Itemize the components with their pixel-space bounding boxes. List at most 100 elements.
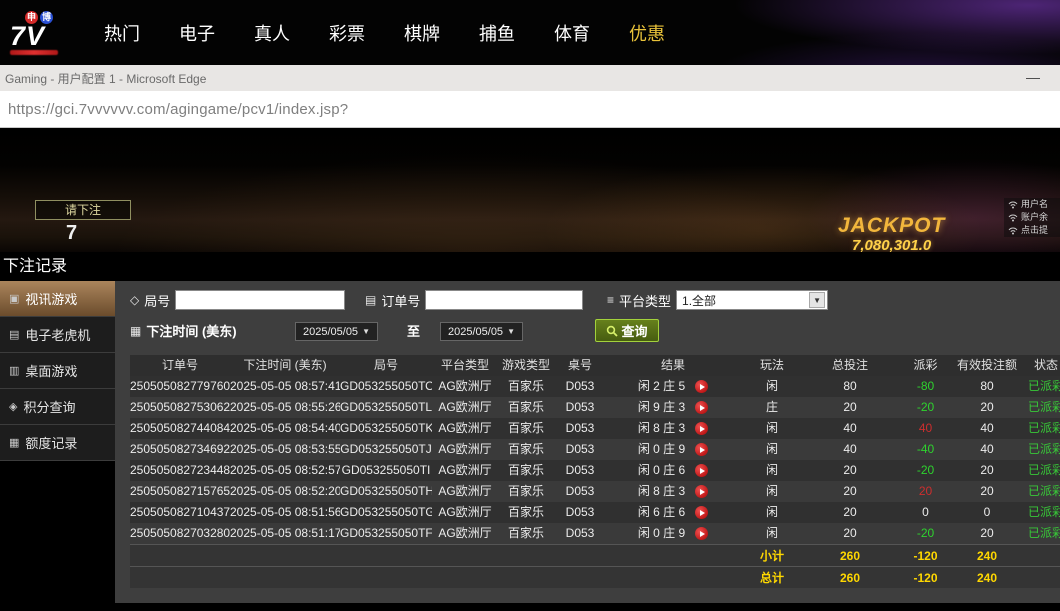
column-header: 下注时间 (美东) — [230, 355, 340, 376]
cell-game-type: 百家乐 — [498, 376, 554, 397]
nav-menu-item[interactable]: 电子 — [179, 20, 215, 46]
logo-red-strip — [10, 50, 58, 55]
banner-user-line: 账户余 — [1008, 211, 1060, 224]
sidebar-item[interactable]: ▦ 额度记录 — [0, 425, 115, 461]
subtotal-total-bet: 260 — [804, 545, 896, 566]
date-from-select[interactable]: 2025/05/05 ▼ — [295, 322, 378, 341]
platform-selected-value: 1.全部 — [682, 292, 716, 309]
cell-result: 闲 8 庄 3 — [606, 481, 740, 502]
cell-game-type: 百家乐 — [498, 439, 554, 460]
cell-platform: AG欧洲厅 — [432, 460, 498, 481]
table-row: 250505082744084 2025-05-05 08:54:40 GD05… — [130, 418, 1060, 439]
column-header: 订单号 — [130, 355, 230, 376]
status-badge: 已派彩 — [1019, 502, 1060, 523]
table-row: 250505082715765 2025-05-05 08:52:20 GD05… — [130, 481, 1060, 502]
banner-user-line: 点击提 — [1008, 224, 1060, 237]
nav-menu-item[interactable]: 捕鱼 — [479, 20, 515, 46]
cell-play-type: 闲 — [740, 502, 804, 523]
cell-round-id: GD053255050TH — [340, 481, 432, 502]
sidebar-item[interactable]: ▤ 电子老虎机 — [0, 317, 115, 353]
status-badge: 已派彩 — [1019, 460, 1060, 481]
screen: 申 博 7V 热门 电子 真人 彩票 棋牌 捕鱼 体育 优惠 Gaming - 用户配置 1 … — [0, 0, 1060, 611]
status-badge: 已派彩 — [1019, 418, 1060, 439]
result-text: 闲 0 庄 6 — [638, 460, 685, 481]
nav-menu-item[interactable]: 优惠 — [629, 20, 665, 46]
cell-platform: AG欧洲厅 — [432, 397, 498, 418]
sidebar-item[interactable]: ▥ 桌面游戏 — [0, 353, 115, 389]
round-label: 局号 — [144, 291, 170, 310]
banner-user-text: 账户余 — [1021, 211, 1048, 224]
play-icon[interactable] — [695, 527, 708, 540]
bet-records-table: 订单号下注时间 (美东)局号平台类型游戏类型桌号结果玩法总投注派彩有效投注额状态… — [130, 355, 1060, 588]
window-title: Gaming - 用户配置 1 - Microsoft Edge — [5, 70, 206, 87]
cell-order-number: 250505082744084 — [130, 418, 230, 439]
nav-menu-item[interactable]: 棋牌 — [404, 20, 440, 46]
cell-valid-bet: 0 — [955, 502, 1019, 523]
round-input[interactable] — [175, 290, 345, 310]
chevron-down-icon: ▼ — [362, 327, 370, 336]
play-icon[interactable] — [695, 401, 708, 414]
cell-order-number: 250505082715765 — [130, 481, 230, 502]
cell-valid-bet: 20 — [955, 481, 1019, 502]
address-bar[interactable]: https://gci.7vvvvvv.com/agingame/pcv1/in… — [0, 91, 1060, 128]
column-header: 状态 — [1019, 355, 1060, 376]
cell-game-type: 百家乐 — [498, 397, 554, 418]
cell-payout: 40 — [896, 418, 955, 439]
sidebar-item-label: 积分查询 — [23, 397, 75, 416]
cell-result: 闲 0 庄 9 — [606, 439, 740, 460]
result-text: 闲 8 庄 3 — [638, 481, 685, 502]
column-header: 平台类型 — [432, 355, 498, 376]
logo-text: 7V — [10, 24, 76, 49]
result-text: 闲 2 庄 5 — [638, 376, 685, 397]
cell-total-bet: 20 — [804, 460, 896, 481]
play-icon[interactable] — [695, 506, 708, 519]
cell-payout: 0 — [896, 502, 955, 523]
chevron-down-icon: ▼ — [809, 292, 825, 308]
nav-menu-item[interactable]: 热门 — [104, 20, 140, 46]
cell-round-id: GD053255050TI — [340, 460, 432, 481]
content: ▣ 视讯游戏 ▤ 电子老虎机 ▥ 桌面游戏 ◈ 积分查询 ▦ 额度记录 — [0, 281, 1060, 611]
cell-order-number: 250505082753062 — [130, 397, 230, 418]
search-button[interactable]: 查询 — [595, 319, 659, 342]
play-icon[interactable] — [695, 380, 708, 393]
play-icon[interactable] — [695, 422, 708, 435]
minimize-button[interactable]: — — [1016, 65, 1050, 89]
grand-total-payout: -120 — [896, 567, 955, 588]
cell-bet-time: 2025-05-05 08:55:26 — [230, 397, 340, 418]
table-row: 250505082779760 2025-05-05 08:57:41 GD05… — [130, 376, 1060, 397]
table-row: 250505082710437 2025-05-05 08:51:56 GD05… — [130, 502, 1060, 523]
cell-bet-time: 2025-05-05 08:52:20 — [230, 481, 340, 502]
order-number-input[interactable] — [425, 290, 583, 310]
cell-platform: AG欧洲厅 — [432, 502, 498, 523]
status-badge: 已派彩 — [1019, 397, 1060, 418]
cell-bet-time: 2025-05-05 08:53:55 — [230, 439, 340, 460]
cell-payout: -20 — [896, 460, 955, 481]
sidebar-item[interactable]: ▣ 视讯游戏 — [0, 281, 115, 317]
window-titlebar: Gaming - 用户配置 1 - Microsoft Edge — — [0, 65, 1060, 91]
platform-filter: ≡ 平台类型 1.全部 ▼ — [607, 290, 828, 310]
play-icon[interactable] — [695, 464, 708, 477]
platform-label: 平台类型 — [619, 291, 671, 310]
subtotal-valid-bet: 240 — [955, 545, 1019, 566]
play-icon[interactable] — [695, 485, 708, 498]
cell-play-type: 闲 — [740, 418, 804, 439]
cell-platform: AG欧洲厅 — [432, 418, 498, 439]
play-icon[interactable] — [695, 443, 708, 456]
cell-game-type: 百家乐 — [498, 481, 554, 502]
platform-select[interactable]: 1.全部 ▼ — [676, 290, 828, 310]
cell-valid-bet: 80 — [955, 376, 1019, 397]
site-logo[interactable]: 申 博 7V — [10, 11, 76, 55]
grand-total-valid-bet: 240 — [955, 567, 1019, 588]
sidebar-item-label: 电子老虎机 — [25, 325, 90, 344]
column-header: 结果 — [606, 355, 740, 376]
nav-menu-item[interactable]: 彩票 — [329, 20, 365, 46]
date-to-select[interactable]: 2025/05/05 ▼ — [440, 322, 523, 341]
records-panel: ◇ 局号 ▤ 订单号 ≡ 平台类型 1.全部 ▼ ▦ 下注时间 (美东) — [115, 281, 1060, 603]
nav-menu-item[interactable]: 真人 — [254, 20, 290, 46]
place-bet-label: 请下注 — [35, 200, 131, 220]
sidebar-item[interactable]: ◈ 积分查询 — [0, 389, 115, 425]
cell-bet-time: 2025-05-05 08:54:40 — [230, 418, 340, 439]
result-text: 闲 9 庄 3 — [638, 397, 685, 418]
result-text: 闲 0 庄 9 — [638, 523, 685, 544]
nav-menu-item[interactable]: 体育 — [554, 20, 590, 46]
